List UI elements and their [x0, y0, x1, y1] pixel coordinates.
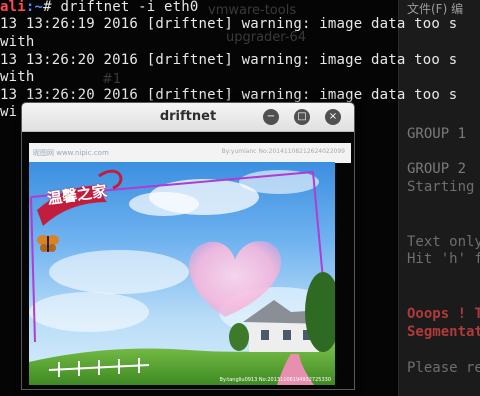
bg-line: GROUP 2 — [407, 161, 467, 177]
desktop-label: upgrader-64 — [226, 30, 307, 45]
close-icon: × — [328, 111, 338, 122]
bg-line: Hit 'h' f — [407, 251, 480, 267]
bg-line: Starting — [407, 179, 475, 195]
maximize-button[interactable]: □ — [294, 109, 310, 125]
image-gallery[interactable]: 昵图网 www.nipic.com By:yumianc No:20141108… — [22, 132, 354, 389]
output-line: with — [0, 69, 35, 85]
bg-line: Please re — [407, 360, 480, 376]
image-meta: By:tangliu0913 No:20131106194932725330 — [219, 377, 331, 383]
background-window-menu[interactable]: 文件(F) 编 — [407, 0, 463, 17]
thumbnail-meta: By:yumianc No:20141108212624022099 — [221, 148, 345, 155]
output-line: 13 13:26:20 2016 [driftnet] warning: ima… — [0, 52, 458, 68]
command-text: driftnet -i eth0 — [60, 0, 199, 15]
prompt-symbol: # — [43, 0, 52, 15]
prompt-path: ~ — [34, 0, 44, 15]
bg-error-line: Segmentat — [407, 324, 480, 340]
bg-line: GROUP 1 — [407, 126, 467, 142]
captured-image-thumbnail[interactable]: 昵图网 www.nipic.com By:yumianc No:20141108… — [29, 143, 351, 163]
output-line: with — [0, 34, 35, 50]
output-line: 13 13:26:20 2016 [driftnet] warning: ima… — [0, 87, 458, 103]
minimize-button[interactable]: − — [263, 109, 279, 125]
prompt-user: ali — [0, 0, 26, 15]
maximize-icon: □ — [297, 111, 307, 122]
driftnet-window[interactable]: driftnet − □ × 昵图网 www.nipic.com By:yumi… — [21, 102, 355, 390]
minimize-icon: − — [266, 111, 276, 122]
output-line: 13 13:26:19 2016 [driftnet] warning: ima… — [0, 16, 458, 32]
desktop-label: #1 — [102, 72, 122, 87]
captured-image[interactable]: 温馨之家 By:tangliu0913 No:20131106194932725… — [29, 162, 335, 385]
driftnet-titlebar[interactable]: driftnet − □ × — [22, 103, 354, 132]
output-line: wi — [0, 104, 18, 120]
bg-error-line: Ooops ! T — [407, 306, 480, 322]
close-button[interactable]: × — [325, 109, 341, 125]
thumbnail-watermark: 昵图网 www.nipic.com — [33, 149, 109, 157]
command-line: ali:~# driftnet -i eth0 — [0, 0, 199, 15]
bg-line: Text only — [407, 234, 480, 250]
